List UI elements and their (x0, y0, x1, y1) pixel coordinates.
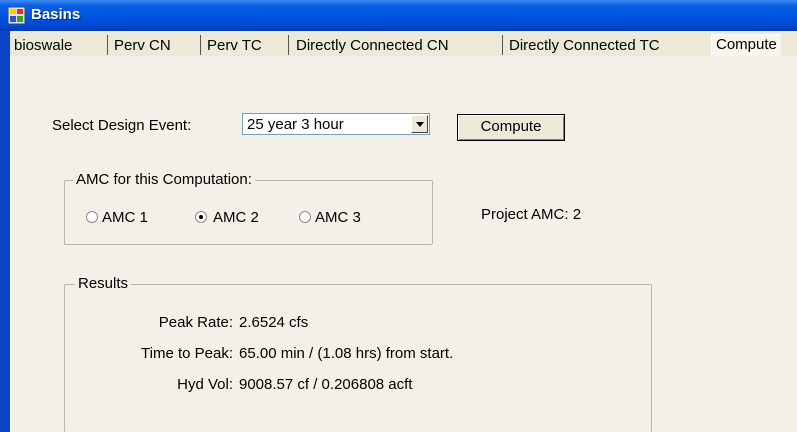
hyd-vol-label: Hyd Vol: (177, 376, 233, 393)
compute-button[interactable]: Compute (457, 114, 565, 141)
tab-separator (107, 35, 108, 55)
hyd-vol-value: 9008.57 cf / 0.206808 acft (239, 376, 413, 393)
radio-amc-3-label[interactable]: AMC 3 (315, 209, 361, 226)
basins-window: Basins bioswale Perv CN Perv TC Directly… (0, 0, 797, 432)
title-bar[interactable]: Basins (0, 0, 797, 31)
tab-separator (288, 35, 289, 55)
design-event-select[interactable]: 25 year 3 hour (242, 113, 430, 135)
window-border-left (0, 31, 10, 432)
tab-bioswale[interactable]: bioswale (14, 36, 72, 56)
tab-compute[interactable]: Compute (711, 34, 781, 58)
time-to-peak-label: Time to Peak: (141, 345, 233, 362)
tab-strip: bioswale Perv CN Perv TC Directly Connec… (0, 31, 797, 58)
radio-selected-dot (199, 215, 203, 219)
chevron-down-icon (416, 122, 424, 127)
time-to-peak-value: 65.00 min / (1.08 hrs) from start. (239, 345, 454, 362)
app-icon (7, 6, 26, 25)
project-amc-label: Project AMC: 2 (481, 206, 582, 223)
tab-perv-cn[interactable]: Perv CN (114, 36, 171, 56)
tab-perv-tc[interactable]: Perv TC (207, 36, 262, 56)
tab-directly-connected-tc[interactable]: Directly Connected TC (509, 36, 660, 56)
amc-group-title: AMC for this Computation: (73, 171, 255, 188)
peak-rate-value: 2.6524 cfs (239, 314, 309, 331)
tab-separator (200, 35, 201, 55)
radio-amc-1[interactable] (86, 211, 98, 223)
tab-separator (502, 35, 503, 55)
design-event-value: 25 year 3 hour (247, 116, 344, 133)
dropdown-button[interactable] (411, 115, 428, 133)
radio-amc-2-label[interactable]: AMC 2 (213, 209, 259, 226)
design-event-label: Select Design Event: (52, 117, 192, 134)
results-group-title: Results (75, 275, 132, 292)
window-title: Basins (31, 6, 81, 23)
peak-rate-label: Peak Rate: (158, 314, 233, 331)
radio-amc-2[interactable] (195, 211, 207, 223)
radio-amc-3[interactable] (299, 211, 311, 223)
radio-amc-1-label[interactable]: AMC 1 (102, 209, 148, 226)
tab-directly-connected-cn[interactable]: Directly Connected CN (296, 36, 449, 56)
